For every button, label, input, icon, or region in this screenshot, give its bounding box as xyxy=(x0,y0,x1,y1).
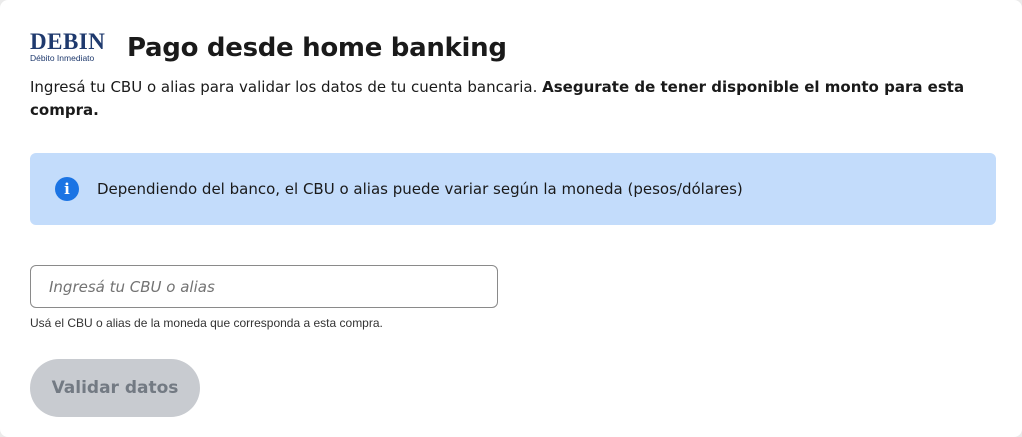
logo-wordmark: DEBIN xyxy=(30,29,106,54)
cbu-helper-text: Usá el CBU o alias de la moneda que corr… xyxy=(30,316,383,330)
validate-button[interactable]: Validar datos xyxy=(30,359,200,417)
intro-text: Ingresá tu CBU o alias para validar los … xyxy=(30,76,990,122)
info-icon: i xyxy=(55,177,79,201)
payment-card: DEBIN Débito Inmediato Pago desde home b… xyxy=(0,0,1022,437)
cbu-alias-input[interactable] xyxy=(30,265,498,308)
intro-regular: Ingresá tu CBU o alias para validar los … xyxy=(30,78,538,96)
debin-logo: DEBIN Débito Inmediato xyxy=(30,29,108,63)
header: DEBIN Débito Inmediato Pago desde home b… xyxy=(30,29,507,63)
logo-tagline: Débito Inmediato xyxy=(30,53,95,63)
info-banner-text: Dependiendo del banco, el CBU o alias pu… xyxy=(97,180,743,198)
info-banner: i Dependiendo del banco, el CBU o alias … xyxy=(30,153,996,225)
page-title: Pago desde home banking xyxy=(127,32,507,63)
